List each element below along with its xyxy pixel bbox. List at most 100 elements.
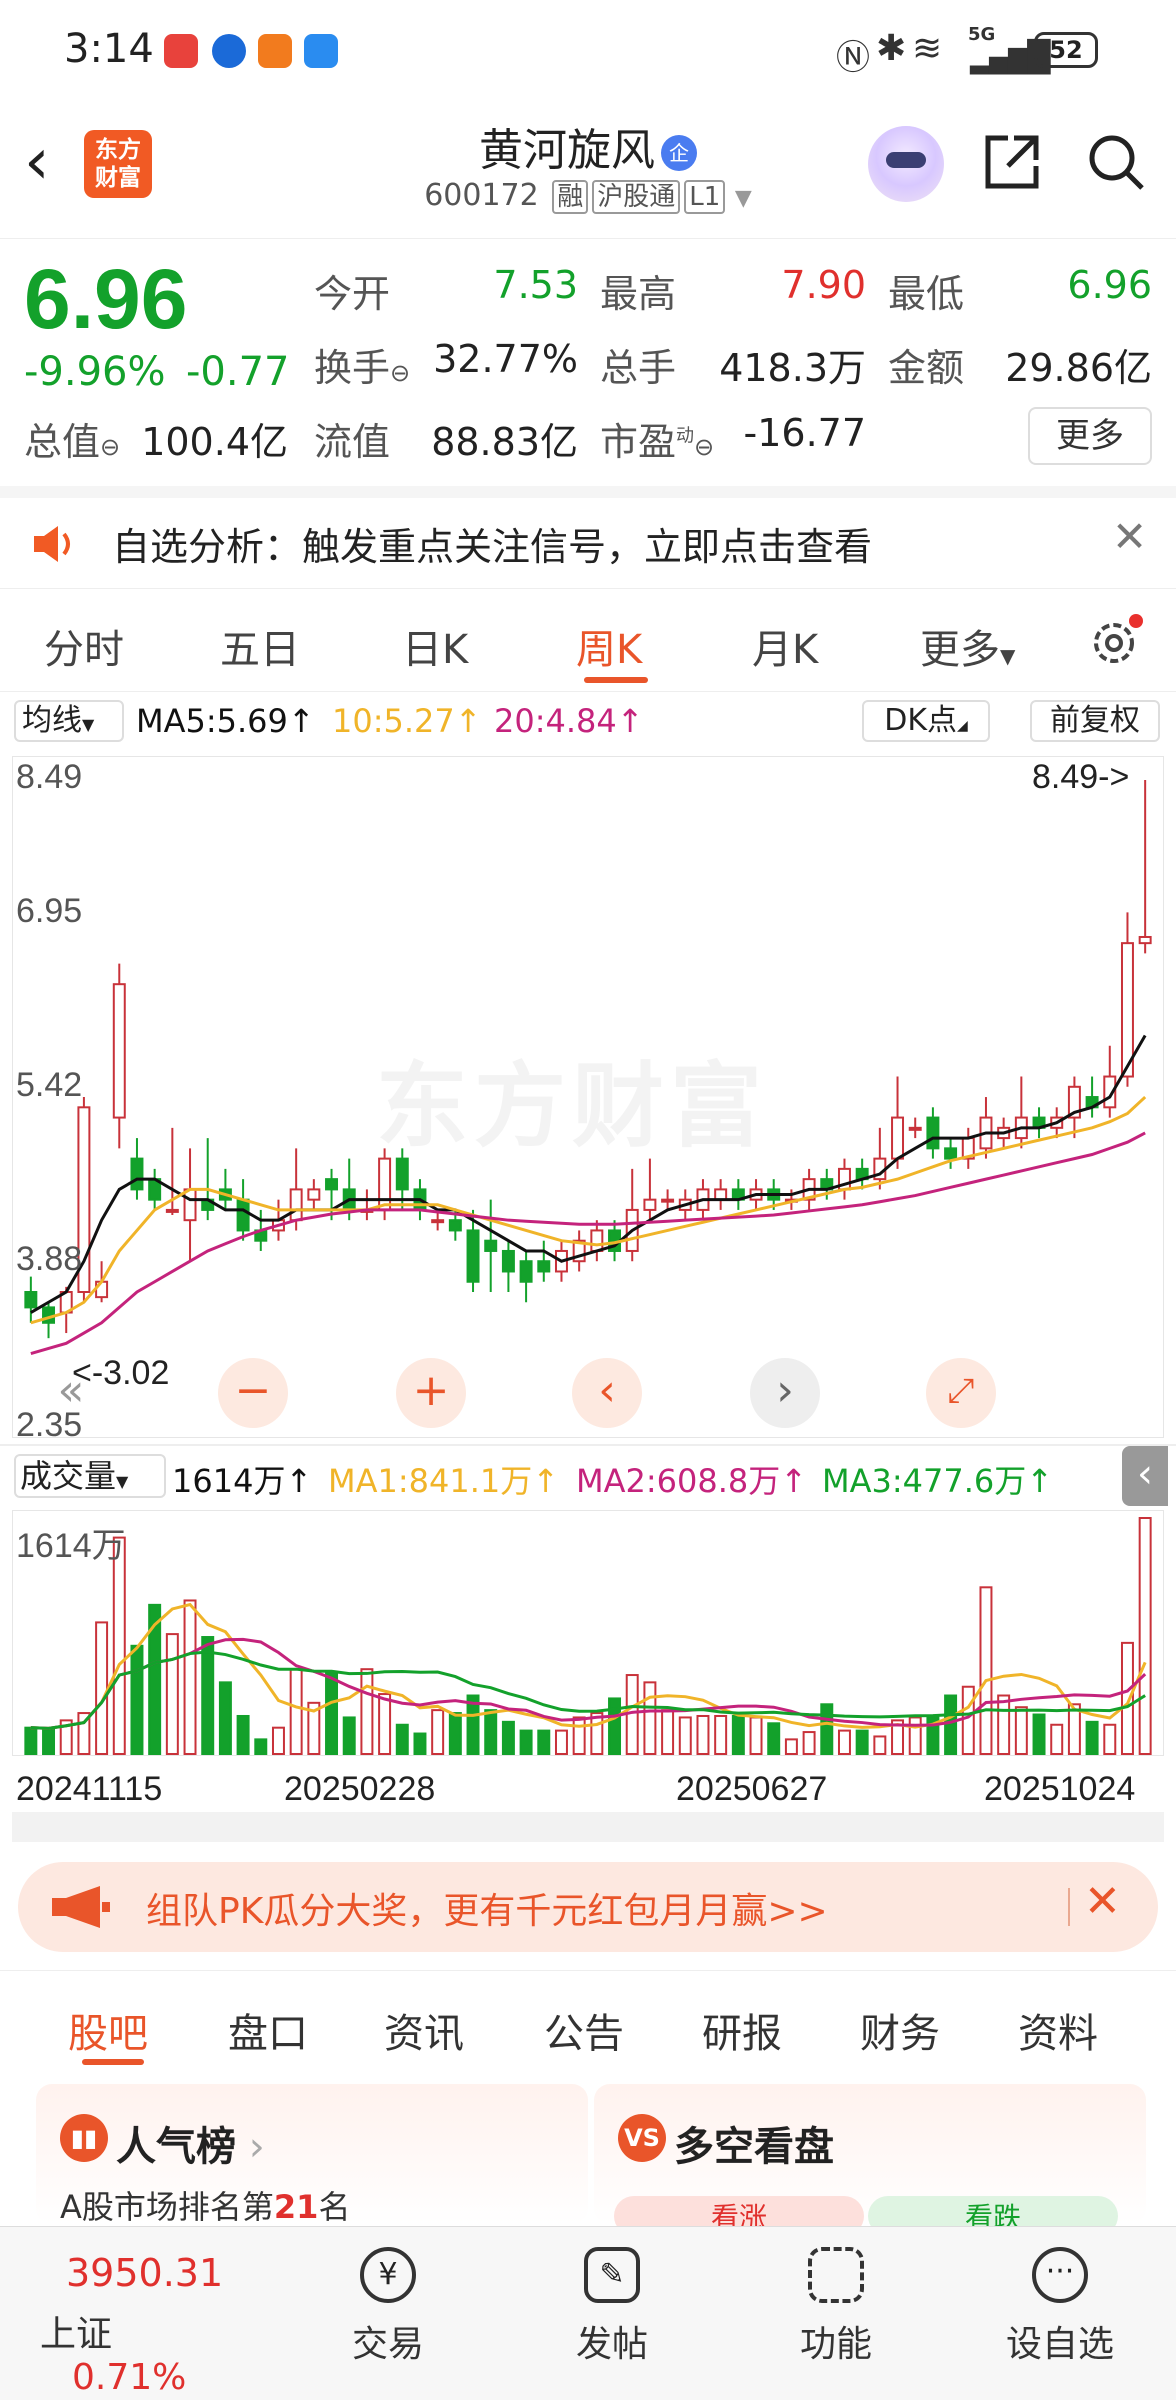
tab-profile[interactable]: 资料 [1018,2001,1098,2059]
zoom-in-button[interactable]: + [396,1358,466,1428]
ai-assistant-avatar[interactable] [868,126,944,202]
chart-scrollbar[interactable] [12,1812,1164,1842]
tab-news[interactable]: 资讯 [384,2001,464,2059]
fullscreen-button[interactable]: ⤢ [926,1358,996,1428]
max-price-marker: 8.49-> [1032,758,1130,796]
tab-finance[interactable]: 财务 [860,2001,940,2059]
nav-post[interactable]: ✎ 发帖 [532,2247,692,2367]
volume-bar [165,1633,179,1755]
scroll-left-icon[interactable]: « [36,1358,106,1428]
price-tick-3: 5.42 [16,1066,83,1104]
more-quote-button[interactable]: 更多 [1028,407,1152,465]
bull-bear-card[interactable]: VS 多空看盘 看涨 看跌 [594,2084,1146,2236]
volume-bar [42,1728,56,1755]
move-left-button[interactable]: ‹ [572,1358,642,1428]
enterprise-badge: 企 [661,135,697,171]
tab-orderbook[interactable]: 盘口 [228,2001,308,2059]
search-icon[interactable] [1084,130,1148,194]
share-icon[interactable] [980,130,1044,194]
date-label-2: 20250228 [284,1770,436,1808]
tab-intraday[interactable]: 分时 [44,617,124,675]
volume-bar [201,1636,215,1755]
candle-body [714,1188,728,1201]
volume-bar [767,1722,781,1756]
ma10-label: 10:5.27↑ [332,702,482,740]
candle-body [1120,942,1134,1078]
tab-daily[interactable]: 日K [402,617,468,675]
nav-watchlist[interactable]: ··· 设自选 [980,2247,1140,2367]
watermark: 东方财富 [376,1053,769,1160]
tab-announcement[interactable]: 公告 [544,2001,624,2059]
index-ticker[interactable]: 3950.31 上证 0.71% [40,2251,224,2398]
nav-trade[interactable]: ¥ 交易 [308,2247,468,2367]
zoom-out-button[interactable]: − [218,1358,288,1428]
info-icon[interactable]: ⊖ [694,433,714,461]
promo-banner[interactable]: 组队PK瓜分大奖，更有千元红包月月赢>> ✕ [18,1862,1158,1952]
nav-features[interactable]: 功能 [756,2247,916,2367]
amount-value: 29.86亿 [1005,346,1152,390]
active-tab-indicator [584,677,648,683]
amount-label: 金额 [888,346,965,390]
float-value: 88.83亿 [431,420,578,464]
stock-name: 黄河旋风 [479,125,655,176]
volume-bar [378,1693,392,1755]
tab-research[interactable]: 研报 [702,2001,782,2059]
vol-ma1: MA1:841.1万↑ [328,1462,560,1500]
candle-body [165,1208,179,1213]
popularity-card[interactable]: ▮▮ 人气榜 › A股市场排名第21名 [36,2084,588,2226]
stock-code: 600172 [424,178,539,213]
candle-body [519,1260,533,1283]
tab-five-day[interactable]: 五日 [220,617,300,675]
volume-chart[interactable] [12,1510,1164,1756]
volume-bar [855,1729,869,1755]
volume-bar [130,1644,144,1756]
collapse-panel-button[interactable]: ‹ [1122,1446,1168,1506]
volume-bar [608,1697,622,1756]
nav-features-label: 功能 [799,2324,872,2365]
gear-icon[interactable] [1086,611,1146,671]
info-icon[interactable]: ⊖ [390,359,410,387]
volume-current: 1614万↑ [172,1462,313,1500]
low-label: 最低 [888,272,965,316]
close-icon[interactable]: ✕ [1112,512,1147,561]
nav-post-label: 发帖 [575,2324,648,2365]
ma-selector[interactable]: 均线▼ [14,700,124,742]
tab-weekly[interactable]: 周K [576,617,642,675]
volume-value: 418.3万 [719,346,866,390]
candle-body [289,1188,303,1222]
move-right-button[interactable]: › [750,1358,820,1428]
volume-bar [395,1723,409,1756]
volume-bar [1032,1713,1046,1755]
volume-bar [289,1668,303,1755]
adjust-button[interactable]: 前复权 [1030,700,1160,742]
index-value: 3950.31 [66,2251,224,2295]
close-icon[interactable]: ✕ [1084,1876,1121,1927]
candle-body [112,983,126,1119]
info-icon[interactable]: ⊖ [100,433,120,461]
price-tick-4: 3.88 [16,1240,83,1278]
volume-selector[interactable]: 成交量▼ [14,1454,166,1498]
candle-body [1138,935,1152,945]
volume-bar [1103,1723,1117,1756]
divider [1068,1888,1070,1926]
tab-guba[interactable]: 股吧 [68,2001,148,2059]
level-tag[interactable]: L1 [684,180,726,214]
vol-ma3: MA3:477.6万↑ [822,1462,1054,1500]
megaphone-icon [52,1886,110,1928]
volume-bar [661,1709,675,1756]
volume-bar [997,1694,1011,1755]
volume-bar [749,1716,763,1755]
date-label-4: 20251024 [984,1770,1136,1808]
date-label-1: 20241115 [16,1770,163,1808]
dk-point-button[interactable]: DK点◢ [862,700,990,742]
chevron-down-icon[interactable]: ▼ [735,186,752,211]
kline-chart[interactable]: 均线▼ MA5:5.69↑ 10:5.27↑ 20:4.84↑ DK点◢ 前复权… [0,692,1176,1842]
alert-text: 自选分析：触发重点关注信号，立即点击查看 [112,525,873,569]
volume-bar [696,1714,710,1755]
tab-more[interactable]: 更多▼ [920,617,1015,675]
nav-trade-label: 交易 [351,2324,424,2365]
ma20-label: 20:4.84↑ [494,702,644,740]
divider [0,1444,1176,1446]
alert-banner[interactable]: 自选分析：触发重点关注信号，立即点击查看 ✕ [0,486,1176,586]
tab-monthly[interactable]: 月K [752,617,818,675]
